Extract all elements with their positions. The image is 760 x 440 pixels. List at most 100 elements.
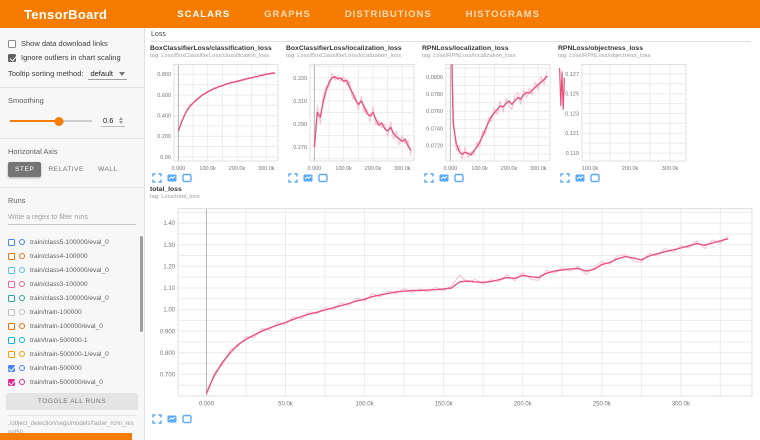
smoothing-slider[interactable] <box>10 120 92 122</box>
fit-data-icon[interactable] <box>303 173 313 183</box>
run-color-circle[interactable] <box>19 239 25 245</box>
pin-chart-icon[interactable] <box>182 173 192 183</box>
run-item[interactable]: train/class5-100000/eval_0 <box>8 235 144 249</box>
run-checkbox[interactable] <box>8 281 15 288</box>
chart-canvas[interactable]: 0.7000.8000.9001.001.101.201.301.400.000… <box>150 208 758 409</box>
chart-card-total-loss: total_loss tag: Loss/total_loss 0.7000.8… <box>150 186 758 432</box>
axis-wall-button[interactable]: WALL <box>91 162 125 177</box>
run-item[interactable]: train/train-500000/eval_0 <box>8 375 144 389</box>
run-checkbox[interactable] <box>8 253 15 260</box>
tab-distributions[interactable]: DISTRIBUTIONS <box>345 9 432 20</box>
smoothing-slider-thumb[interactable] <box>55 117 64 126</box>
run-checkbox[interactable] <box>8 309 15 316</box>
axis-tick-label: 100.0k <box>471 166 488 172</box>
run-color-circle[interactable] <box>19 309 25 315</box>
axis-tick-label: 0.119 <box>566 151 579 157</box>
fit-data-icon[interactable] <box>439 173 449 183</box>
pin-chart-icon[interactable] <box>590 173 600 183</box>
run-color-circle[interactable] <box>19 379 25 385</box>
run-color-circle[interactable] <box>19 253 25 259</box>
tooltip-sorting-dropdown[interactable]: default <box>88 69 127 80</box>
tab-scalars[interactable]: SCALARS <box>177 9 230 20</box>
checkbox-icon[interactable] <box>8 40 16 48</box>
axis-tick-label: 0.600 <box>157 93 171 99</box>
smoothing-value[interactable]: 0.6 <box>103 116 117 125</box>
pin-chart-icon[interactable] <box>454 173 464 183</box>
run-item[interactable]: train/train-100000/eval_0 <box>8 319 144 333</box>
nav-tabs: SCALARS GRAPHS DISTRIBUTIONS HISTOGRAMS <box>177 9 540 20</box>
stepper-up-icon[interactable] <box>119 117 123 120</box>
run-name: train/class3-100000 <box>30 281 88 288</box>
chart-tag: tag: Loss/total_loss <box>150 194 758 200</box>
axis-tick-label: 0.700 <box>160 372 176 378</box>
runs-list: train/class5-100000/eval_0 train/class4-1… <box>0 232 144 389</box>
fullscreen-icon[interactable] <box>152 173 162 183</box>
run-checkbox[interactable] <box>8 239 15 246</box>
run-color-circle[interactable] <box>19 295 25 301</box>
run-item[interactable]: train/class3-100000/eval_0 <box>8 291 144 305</box>
tab-histograms[interactable]: HISTOGRAMS <box>466 9 540 20</box>
toggle-all-runs-button[interactable]: TOGGLE ALL RUNS <box>6 393 138 410</box>
run-checkbox[interactable] <box>8 337 15 344</box>
run-color-circle[interactable] <box>19 351 25 357</box>
run-name: train/train-500000-1 <box>30 337 88 344</box>
checkbox-icon[interactable] <box>8 54 16 62</box>
scalars-dashboard: Loss BoxClassifierLoss/classification_lo… <box>145 28 760 440</box>
run-color-circle[interactable] <box>19 365 25 371</box>
pin-chart-icon[interactable] <box>318 173 328 183</box>
axis-step-button[interactable]: STEP <box>8 162 41 177</box>
fit-data-icon[interactable] <box>167 414 177 424</box>
run-checkbox[interactable] <box>8 323 15 330</box>
run-name: train/class4-100000 <box>30 253 88 260</box>
chart-plot[interactable]: 0.1190.1210.1230.1250.127100.0k200.0k300… <box>558 64 692 179</box>
chart-plot[interactable]: 0.07200.07400.07600.07800.08000.000100.0… <box>422 64 556 179</box>
chart-plot[interactable]: 0.000.2000.4000.6000.8000.000100.0k200.0… <box>150 64 284 179</box>
chart-footer-icons <box>288 173 328 183</box>
run-color-circle[interactable] <box>19 337 25 343</box>
smoothing-stepper <box>119 117 123 125</box>
run-color-circle[interactable] <box>19 323 25 329</box>
chevron-down-icon <box>119 72 125 76</box>
run-checkbox[interactable] <box>8 365 15 372</box>
chart-canvas[interactable]: 0.000.2000.4000.6000.8000.000100.0k200.0… <box>150 64 284 174</box>
chart-canvas[interactable]: 0.2700.2900.3100.3300.000100.0k200.0k300… <box>286 64 420 174</box>
run-checkbox[interactable] <box>8 351 15 358</box>
run-item[interactable]: train/train-100000 <box>8 305 144 319</box>
checkbox-label: Show data download links <box>21 39 108 48</box>
chart-plot[interactable]: 0.2700.2900.3100.3300.000100.0k200.0k300… <box>286 64 420 179</box>
stepper-down-icon[interactable] <box>119 121 123 124</box>
chart-card-classification-loss: BoxClassifierLoss/classification_loss ta… <box>150 45 282 195</box>
chart-plot[interactable]: 0.7000.8000.9001.001.101.201.301.400.000… <box>150 208 758 414</box>
run-item[interactable]: train/train-500000-1/eval_0 <box>8 347 144 361</box>
run-item[interactable]: train/train-500000-1 <box>8 333 144 347</box>
axis-tick-label: 150.0k <box>435 402 454 408</box>
runs-scrollbar[interactable] <box>140 236 143 332</box>
tab-graphs[interactable]: GRAPHS <box>264 9 311 20</box>
fit-data-icon[interactable] <box>167 173 177 183</box>
run-color-circle[interactable] <box>19 281 25 287</box>
run-checkbox[interactable] <box>8 295 15 302</box>
fullscreen-icon[interactable] <box>560 173 570 183</box>
run-item[interactable]: train/class4-100000 <box>8 249 144 263</box>
run-checkbox[interactable] <box>8 267 15 274</box>
run-item[interactable]: train/class3-100000 <box>8 277 144 291</box>
general-settings-section: Show data download linksIgnore outliers … <box>0 28 144 88</box>
run-color-circle[interactable] <box>19 267 25 273</box>
fullscreen-icon[interactable] <box>288 173 298 183</box>
chart-footer-icons <box>560 173 600 183</box>
axis-relative-button[interactable]: RELATIVE <box>41 162 91 177</box>
run-item[interactable]: train/train-500000 <box>8 361 144 375</box>
run-name: train/train-500000 <box>30 365 82 372</box>
chart-canvas[interactable]: 0.1190.1210.1230.1250.127100.0k200.0k300… <box>558 64 692 174</box>
run-checkbox[interactable] <box>8 379 15 386</box>
fit-data-icon[interactable] <box>575 173 585 183</box>
pin-chart-icon[interactable] <box>182 414 192 424</box>
axis-tick-label: 0.125 <box>565 92 579 98</box>
chart-canvas[interactable]: 0.07200.07400.07600.07800.08000.000100.0… <box>422 64 556 174</box>
tag-filter-input[interactable]: Loss <box>151 29 751 42</box>
axis-tick-label: 1.20 <box>163 264 175 270</box>
run-item[interactable]: train/class4-100000/eval_0 <box>8 263 144 277</box>
fullscreen-icon[interactable] <box>424 173 434 183</box>
fullscreen-icon[interactable] <box>152 414 162 424</box>
runs-filter-input[interactable]: Write a regex to filter runs <box>8 211 136 225</box>
